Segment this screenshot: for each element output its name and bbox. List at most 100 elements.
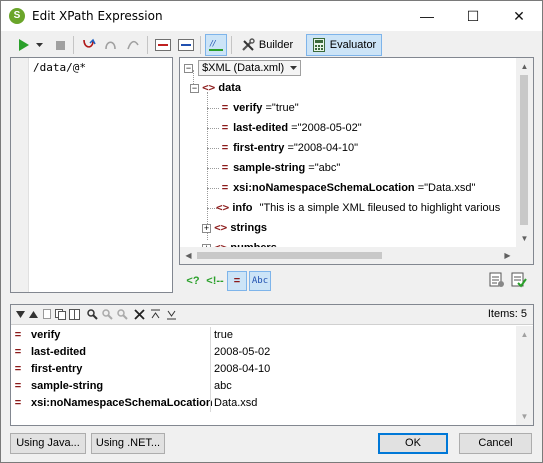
expand-all-icon[interactable] xyxy=(150,309,161,320)
evaluator-button[interactable]: Evaluator xyxy=(306,34,382,56)
element-text: "This is a simple XML fileused to highli… xyxy=(259,202,501,214)
result-value: Data.xsd xyxy=(214,397,258,409)
tree-guide-line xyxy=(207,188,219,189)
tree-vertical-scrollbar[interactable]: ▲ ▼ xyxy=(516,58,533,264)
show-pi-toggle[interactable]: <? xyxy=(183,275,203,287)
result-row[interactable]: = verify true xyxy=(11,327,517,344)
document-settings-icon xyxy=(489,272,504,287)
previous-result-icon[interactable] xyxy=(29,311,38,318)
attribute-value: "2008-05-02" xyxy=(297,122,362,134)
tree-horizontal-scrollbar[interactable]: ◀ ▶ xyxy=(180,247,533,264)
copy-icon[interactable] xyxy=(43,309,53,320)
collapse-all-icon[interactable] xyxy=(166,309,177,320)
step-out-icon xyxy=(127,40,139,50)
validate-button[interactable] xyxy=(511,272,529,290)
insert-tracepoint-button[interactable] xyxy=(176,34,196,56)
result-value: true xyxy=(214,329,233,341)
tree-attribute-row[interactable]: = sample-string ="abc" xyxy=(220,158,340,178)
xml-tree-view[interactable]: − $XML (Data.xml) − <> data = verify = "t… xyxy=(179,57,534,265)
tree-node-data[interactable]: − <> data xyxy=(190,78,241,98)
result-row[interactable]: = first-entry 2008-04-10 xyxy=(11,361,517,378)
step-out-button[interactable] xyxy=(123,34,143,56)
results-vertical-scrollbar[interactable]: ▲ ▼ xyxy=(516,326,533,425)
scroll-right-arrow-icon[interactable]: ▶ xyxy=(499,247,516,264)
column-divider xyxy=(210,395,211,412)
tree-attribute-row[interactable]: = xsi:noNamespaceSchemaLocation ="Data.x… xyxy=(220,178,476,198)
calculator-icon xyxy=(312,38,325,52)
tools-icon xyxy=(242,38,255,51)
grid-view-icon[interactable] xyxy=(69,309,80,320)
clear-icon[interactable] xyxy=(134,309,145,320)
result-name: last-edited xyxy=(31,346,87,358)
tree-node-strings[interactable]: + <> strings xyxy=(202,218,267,238)
scrollbar-thumb[interactable] xyxy=(197,252,382,259)
builder-button[interactable]: Builder xyxy=(235,34,299,56)
xpath-expression-text[interactable]: /data/@* xyxy=(33,61,86,74)
tree-guide-line xyxy=(207,148,219,149)
minimize-button[interactable]: — xyxy=(404,1,450,31)
tree-attribute-row[interactable]: = verify ="true" xyxy=(220,98,299,118)
xpath-expression-editor[interactable]: /data/@* xyxy=(10,57,173,293)
stop-button[interactable] xyxy=(51,34,69,56)
maximize-button[interactable]: ☐ xyxy=(450,1,496,31)
result-value: abc xyxy=(214,380,232,392)
expand-icon[interactable]: + xyxy=(202,224,211,233)
scroll-left-arrow-icon[interactable]: ◀ xyxy=(180,247,197,264)
run-options-dropdown[interactable] xyxy=(34,34,44,56)
using-java-button[interactable]: Using Java... xyxy=(10,433,86,454)
attribute-name: last-edited xyxy=(233,122,289,134)
element-name: info xyxy=(232,202,253,214)
tree-guide-line xyxy=(207,168,219,169)
using-net-button[interactable]: Using .NET... xyxy=(91,433,165,454)
insert-breakpoint-button[interactable] xyxy=(153,34,173,56)
scrollbar-thumb[interactable] xyxy=(520,75,528,225)
column-divider xyxy=(210,378,211,395)
xml-settings-button[interactable] xyxy=(489,272,507,290)
next-result-icon[interactable] xyxy=(16,311,25,318)
cancel-button[interactable]: Cancel xyxy=(459,433,532,454)
app-logo-icon: S xyxy=(9,8,25,24)
ok-button[interactable]: OK xyxy=(378,433,448,454)
xpath-mode-toggle[interactable]: // xyxy=(205,34,227,56)
copy-all-icon[interactable] xyxy=(55,309,66,320)
attribute-icon: = xyxy=(14,380,22,392)
results-panel: Items: 5 = verify true = last-edited 200… xyxy=(10,304,534,426)
element-icon: <> xyxy=(202,81,216,94)
scroll-up-arrow-icon[interactable]: ▲ xyxy=(516,58,533,75)
tree-attribute-row[interactable]: = first-entry ="2008-04-10" xyxy=(220,138,358,158)
close-button[interactable]: ✕ xyxy=(496,1,542,31)
result-row[interactable]: = last-edited 2008-05-02 xyxy=(11,344,517,361)
attribute-name: first-entry xyxy=(233,142,285,154)
show-text-toggle[interactable]: Abc xyxy=(249,271,271,291)
step-into-button[interactable] xyxy=(79,34,99,56)
tree-guide-line xyxy=(207,128,219,129)
node-filter-toolbar: <? <!-- = Abc xyxy=(183,270,273,292)
collapse-icon[interactable]: − xyxy=(184,64,193,73)
element-name: data xyxy=(218,82,241,94)
show-attributes-toggle[interactable]: = xyxy=(227,271,247,291)
attribute-name: verify xyxy=(233,102,263,114)
result-row[interactable]: = sample-string abc xyxy=(11,378,517,395)
attribute-icon: = xyxy=(221,142,229,154)
find-next-icon[interactable] xyxy=(102,309,113,320)
result-name: verify xyxy=(31,329,61,341)
tree-guide-line xyxy=(207,108,219,109)
scroll-up-arrow-icon[interactable]: ▲ xyxy=(516,326,533,343)
show-comments-toggle[interactable]: <!-- xyxy=(203,275,227,287)
toolbar-separator xyxy=(200,36,201,54)
window-title: Edit XPath Expression xyxy=(32,9,163,23)
find-previous-icon[interactable] xyxy=(117,309,128,320)
column-divider xyxy=(210,361,211,378)
run-button[interactable] xyxy=(15,34,33,56)
attribute-value: "true" xyxy=(271,102,299,114)
find-icon[interactable] xyxy=(87,309,98,320)
scroll-down-arrow-icon[interactable]: ▼ xyxy=(516,408,533,425)
tree-node-info[interactable]: <> info "This is a simple XML fileused t… xyxy=(216,198,500,218)
result-row[interactable]: = xsi:noNamespaceSchemaLocation Data.xsd xyxy=(11,395,517,412)
collapse-icon[interactable]: − xyxy=(190,84,199,93)
breakpoint-icon xyxy=(155,39,171,51)
tree-attribute-row[interactable]: = last-edited ="2008-05-02" xyxy=(220,118,362,138)
step-over-button[interactable] xyxy=(101,34,121,56)
scroll-down-arrow-icon[interactable]: ▼ xyxy=(516,230,533,247)
source-select[interactable]: $XML (Data.xml) xyxy=(198,60,302,76)
